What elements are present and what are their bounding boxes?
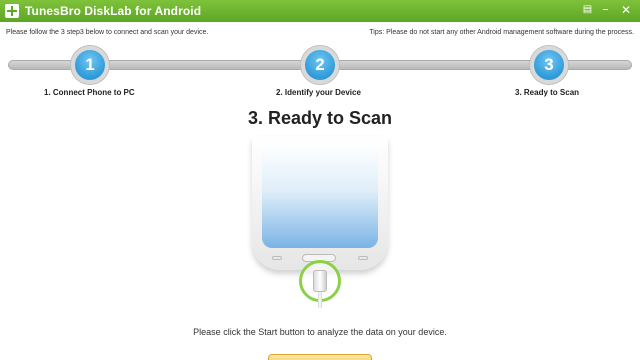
info-row: Please follow the 3 step3 below to conne… bbox=[0, 26, 640, 40]
step-3-label: 3. Ready to Scan bbox=[515, 88, 580, 97]
scan-instruction: Please click the Start button to analyze… bbox=[193, 327, 447, 337]
step-1-circle: 1 bbox=[71, 46, 109, 84]
step-2-circle: 2 bbox=[301, 46, 339, 84]
close-button[interactable]: ✕ bbox=[616, 3, 636, 17]
tips-text: Tips: Please do not start any other Andr… bbox=[369, 29, 634, 36]
step-3-circle: 3 bbox=[530, 46, 568, 84]
phone-back-key bbox=[272, 256, 282, 260]
window-title: TunesBro DiskLab for Android bbox=[25, 4, 202, 18]
step-2-label: 2. Identify your Device bbox=[276, 88, 361, 97]
phone-menu-key bbox=[358, 256, 368, 260]
usb-cable bbox=[318, 292, 322, 308]
window-controls: ▤ – ✕ bbox=[580, 3, 636, 17]
instructions-text: Please follow the 3 step3 below to conne… bbox=[6, 29, 209, 36]
step-1-label: 1. Connect Phone to PC bbox=[44, 88, 135, 97]
title-bar: TunesBro DiskLab for Android ▤ – ✕ bbox=[0, 0, 640, 22]
menu-icon[interactable]: ▤ bbox=[580, 3, 595, 17]
start-button[interactable] bbox=[268, 354, 372, 360]
minimize-button[interactable]: – bbox=[598, 3, 613, 17]
phone-screen bbox=[262, 144, 378, 248]
page-title: 3. Ready to Scan bbox=[247, 108, 393, 128]
usb-plug-icon bbox=[313, 270, 327, 292]
app-logo-icon bbox=[5, 4, 19, 18]
phone-illustration bbox=[252, 136, 388, 270]
